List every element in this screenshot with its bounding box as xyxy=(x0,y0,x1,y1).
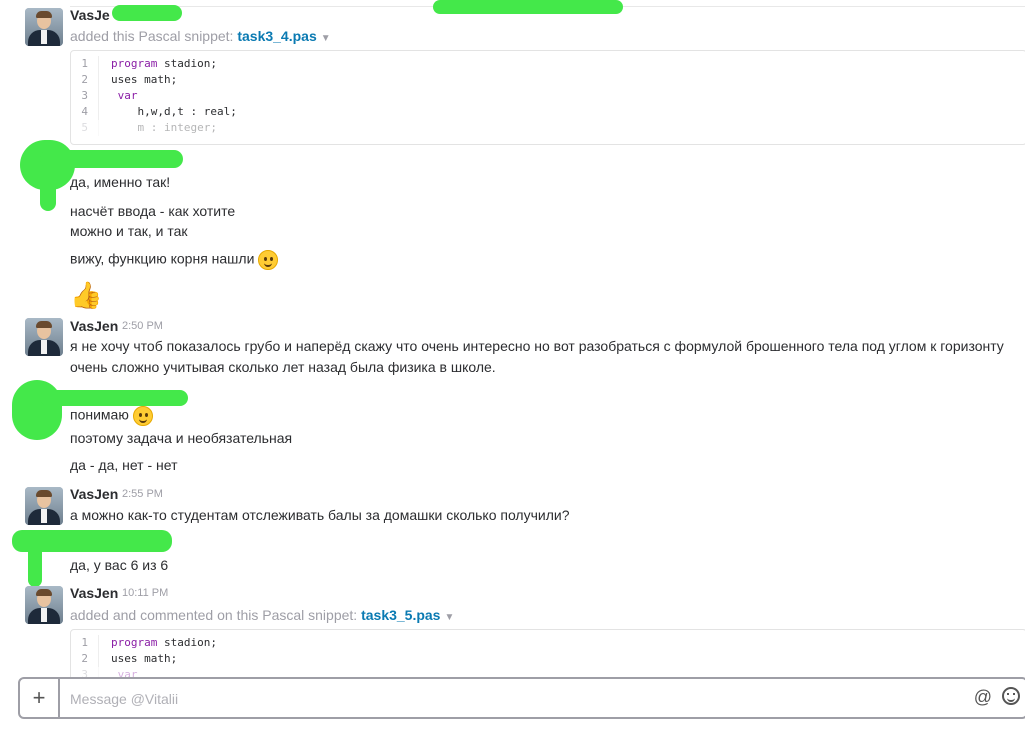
message-composer: + @ xyxy=(18,677,1025,719)
message-text: насчёт ввода - как хотите xyxy=(70,203,236,219)
thumbs-up-icon[interactable]: 👍 xyxy=(70,280,102,310)
avatar[interactable] xyxy=(25,318,63,356)
message-line: понимаю xyxy=(70,406,153,426)
snippet-meta: added and commented on this Pascal snipp… xyxy=(70,607,454,623)
chevron-down-icon[interactable]: ▼ xyxy=(321,33,331,44)
line-number: 5 xyxy=(71,120,99,136)
message-author[interactable]: VasJe xyxy=(70,7,110,23)
line-number: 3 xyxy=(71,88,99,104)
message-text: поэтому задача и необязательная xyxy=(70,430,293,446)
avatar[interactable] xyxy=(25,586,63,624)
code-line: 2 uses math; xyxy=(71,651,1025,667)
line-number: 2 xyxy=(71,72,99,88)
redaction-mark xyxy=(40,175,56,211)
code-snippet[interactable]: 1 program stadion; 2 uses math; 3 var 4 h,w,d… xyxy=(70,50,1025,145)
snippet-link[interactable]: task3_5.pas xyxy=(361,607,440,623)
message-input[interactable] xyxy=(68,688,952,710)
code-line: 4 h,w,d,t : real; xyxy=(71,104,1025,120)
code-text: uses math; xyxy=(111,652,178,665)
message-text: да - да, нет - нет xyxy=(70,457,178,473)
line-number: 1 xyxy=(71,56,99,72)
chevron-down-icon[interactable]: ▼ xyxy=(444,612,454,623)
code-text: program stadion; xyxy=(111,636,217,649)
code-line: 5 m : integer; xyxy=(71,120,1025,136)
redaction-mark xyxy=(433,0,623,14)
code-text: var xyxy=(111,89,138,102)
message-text: да, именно так! xyxy=(70,174,171,190)
plus-icon[interactable]: + xyxy=(20,679,60,717)
snippet-link[interactable]: task3_4.pas xyxy=(237,28,316,44)
message-text: можно и так, и так xyxy=(70,223,188,239)
smile-emoji-icon xyxy=(258,250,279,270)
message-text: вижу, функцию корня нашли xyxy=(70,250,255,267)
message-text: я не хочу чтоб показалось грубо и наперё… xyxy=(70,338,1004,375)
smile-icon[interactable] xyxy=(1002,687,1020,705)
code-line: 1 program stadion; xyxy=(71,635,1025,651)
message-text: понимаю xyxy=(70,406,129,423)
message-author[interactable]: VasJen xyxy=(70,318,118,334)
message-author[interactable]: VasJen xyxy=(70,486,118,502)
avatar[interactable] xyxy=(25,487,63,525)
avatar[interactable] xyxy=(25,8,63,46)
at-icon[interactable]: @ xyxy=(974,687,992,708)
line-number: 1 xyxy=(71,635,99,651)
code-line: 2 uses math; xyxy=(71,72,1025,88)
message-timestamp[interactable]: 2:55 PM xyxy=(122,488,163,500)
line-number: 2 xyxy=(71,651,99,667)
message-timestamp[interactable]: 2:50 PM xyxy=(122,320,163,332)
message-text: а можно как-то студентам отслеживать бал… xyxy=(70,507,570,523)
code-line: 3 var xyxy=(71,88,1025,104)
snippet-meta-text: added and commented on this Pascal snipp… xyxy=(70,607,358,623)
redaction-mark xyxy=(40,390,188,406)
code-text: m : integer; xyxy=(111,121,217,134)
redaction-mark xyxy=(40,150,183,168)
snippet-meta: added this Pascal snippet: task3_4.pas ▼ xyxy=(70,28,331,44)
smile-emoji-icon xyxy=(132,406,153,426)
redaction-mark xyxy=(112,5,182,21)
message-timestamp[interactable]: 10:11 PM xyxy=(122,587,168,599)
message-author[interactable]: VasJen xyxy=(70,585,118,601)
code-text: uses math; xyxy=(111,73,178,86)
code-text: h,w,d,t : real; xyxy=(111,105,237,118)
message-text: да, у вас 6 из 6 xyxy=(70,557,169,573)
redaction-mark xyxy=(12,380,62,440)
code-line: 1 program stadion; xyxy=(71,56,1025,72)
redaction-mark xyxy=(28,545,42,587)
snippet-meta-text: added this Pascal snippet: xyxy=(70,28,234,44)
message-line: вижу, функцию корня нашли xyxy=(70,250,279,270)
code-text: program stadion; xyxy=(111,57,217,70)
line-number: 4 xyxy=(71,104,99,120)
